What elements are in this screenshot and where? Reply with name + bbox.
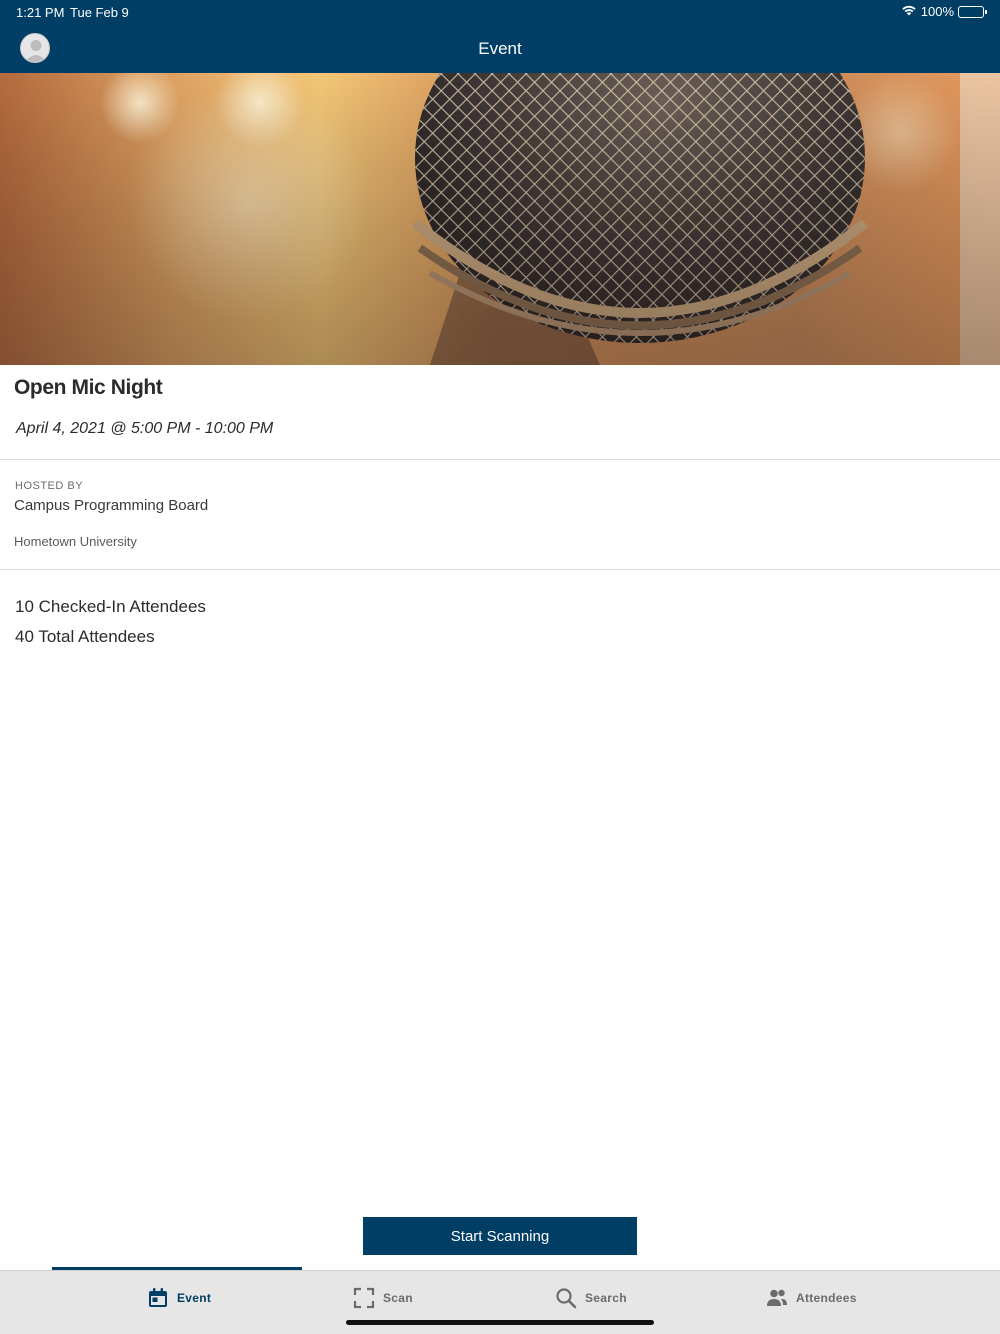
navigation-bar: Event [0,24,1000,73]
battery-percent: 100% [920,4,954,19]
divider [0,459,1000,460]
calendar-icon [147,1287,169,1309]
tab-search[interactable]: Search [555,1286,627,1310]
checked-in-attendees-count: 10 Checked-In Attendees [15,597,206,616]
hosted-by-label: HOSTED BY [15,480,84,492]
divider [0,569,1000,570]
tab-event[interactable]: Event [147,1286,211,1310]
scan-frame-icon [353,1287,375,1309]
battery-icon [958,5,987,18]
event-title: Open Mic Night [14,376,163,399]
home-indicator [346,1320,654,1325]
tab-attendees[interactable]: Attendees [766,1286,857,1310]
status-date: Tue Feb 9 [70,5,129,20]
host-name: Campus Programming Board [14,497,209,514]
event-hero-image [0,73,1000,365]
microphone-photo [0,73,1000,365]
total-attendees-count: 40 Total Attendees [15,627,155,646]
event-date: April 4, 2021 @ 5:00 PM - 10:00 PM [16,420,274,437]
tab-label: Attendees [796,1291,857,1305]
status-time: 1:21 PM [16,5,65,20]
tab-label: Search [585,1291,627,1305]
people-icon [766,1287,788,1309]
tab-label: Scan [383,1291,413,1305]
tab-scan[interactable]: Scan [353,1286,413,1310]
host-organization: Hometown University [14,534,137,549]
page-title: Event [478,39,522,58]
wifi-icon [901,4,917,19]
status-bar: 1:21 PM Tue Feb 9 100% [0,0,1000,24]
status-right: 100% [901,4,987,19]
start-scanning-button[interactable]: Start Scanning [363,1217,637,1255]
search-icon [555,1287,577,1309]
tab-label: Event [177,1291,212,1305]
